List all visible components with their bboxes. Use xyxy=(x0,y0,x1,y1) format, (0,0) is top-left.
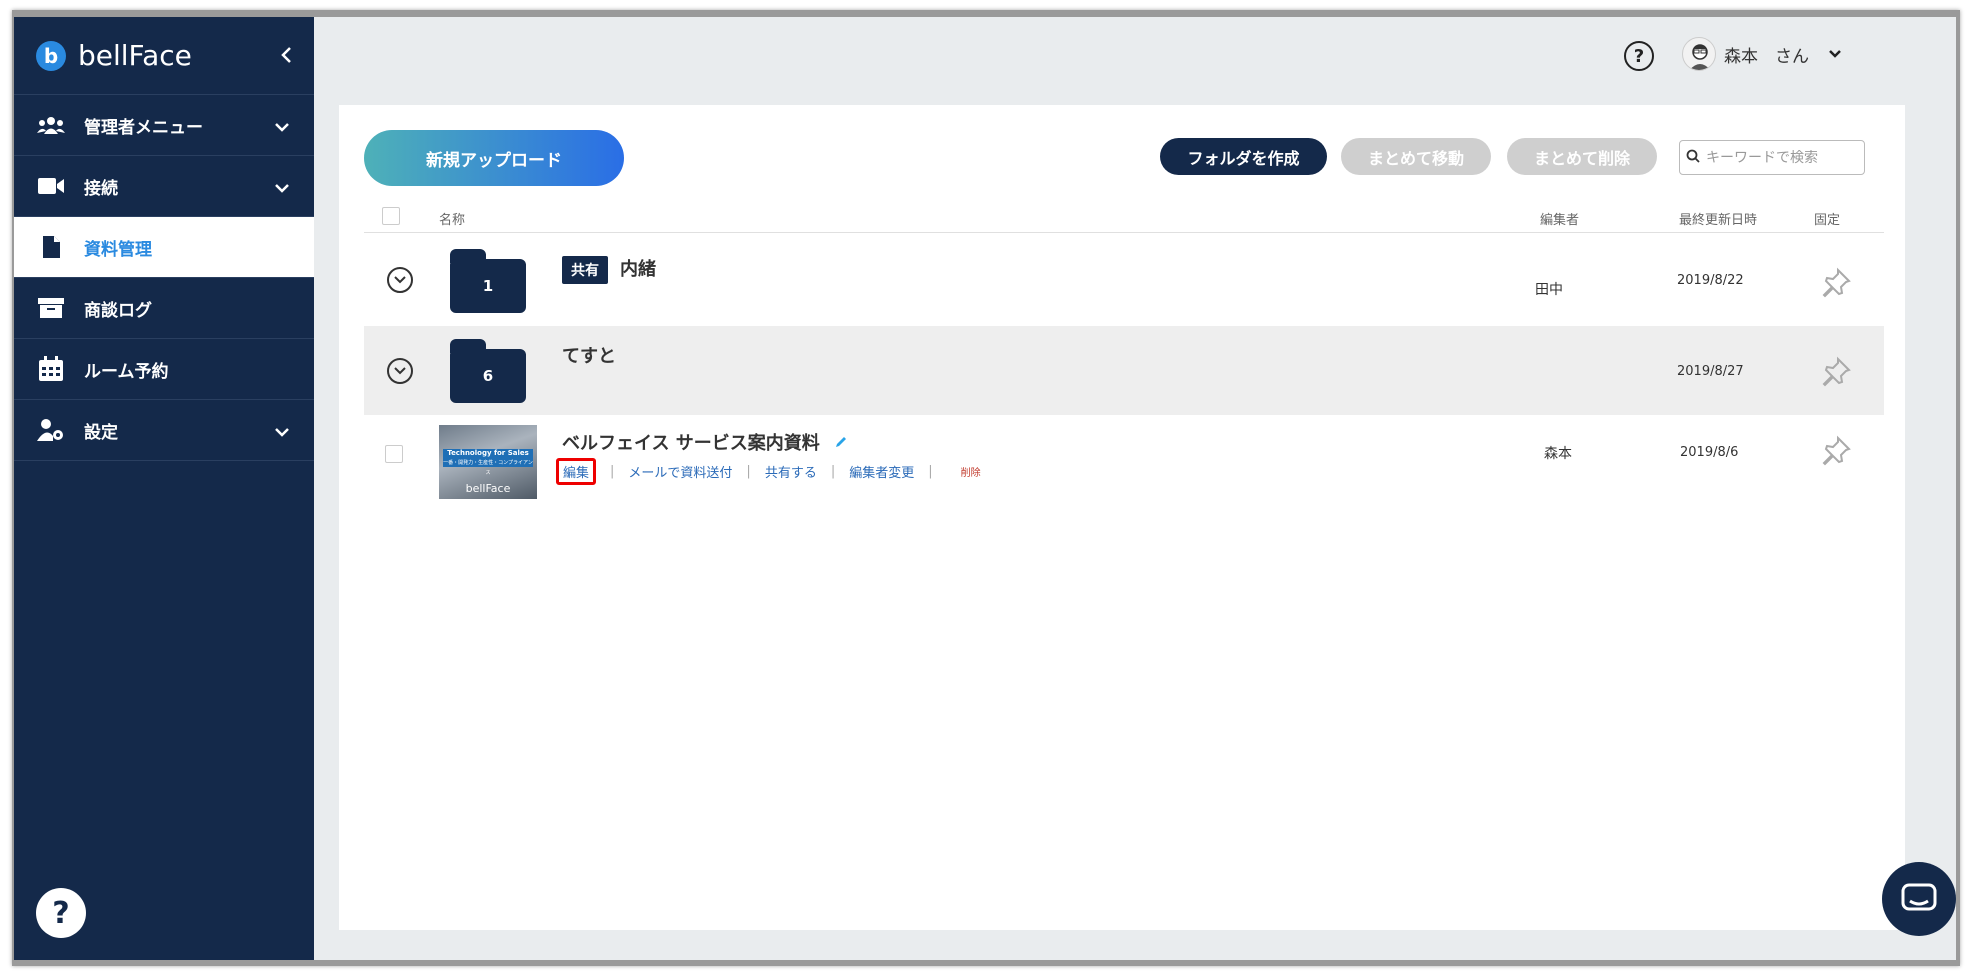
sidebar-item-meeting-log[interactable]: 商談ログ xyxy=(14,278,314,339)
header-editor[interactable]: 編集者 xyxy=(1540,209,1579,228)
document-icon xyxy=(36,234,66,260)
main-content: ? 森本 さん 新規アップロード フォルダを作成 まとめて移動 まとめて削除 名… xyxy=(314,17,1956,960)
mail-send-link[interactable]: メールで資料送付 xyxy=(628,462,732,481)
row-checkbox[interactable] xyxy=(385,445,403,463)
folder-icon[interactable]: 1 xyxy=(450,249,526,313)
sidebar-item-settings[interactable]: 設定 xyxy=(14,400,314,461)
search-input[interactable] xyxy=(1706,149,1856,166)
collapse-sidebar-icon[interactable] xyxy=(280,45,292,69)
sidebar-item-label: 接続 xyxy=(84,178,118,199)
editor-cell: 森本 xyxy=(1544,446,1572,462)
help-icon[interactable]: ? xyxy=(1624,41,1654,71)
archive-box-icon xyxy=(36,295,66,321)
editor-cell: 田中 xyxy=(1535,282,1563,298)
folder-name[interactable]: 共有 内緒 xyxy=(562,255,656,284)
topbar: ? 森本 さん xyxy=(314,17,1956,105)
sidebar-item-connect[interactable]: 接続 xyxy=(14,156,314,217)
bulk-move-button[interactable]: まとめて移動 xyxy=(1341,138,1491,175)
help-button[interactable]: ? xyxy=(36,888,86,938)
select-all-checkbox[interactable] xyxy=(382,207,400,225)
bulk-delete-button[interactable]: まとめて削除 xyxy=(1507,138,1657,175)
sidebar-item-admin-menu[interactable]: 管理者メニュー xyxy=(14,95,314,156)
brand-name: bellFace xyxy=(78,39,192,72)
sidebar-item-label: 設定 xyxy=(84,422,118,443)
new-upload-button[interactable]: 新規アップロード xyxy=(364,130,624,186)
header-updated[interactable]: 最終更新日時 xyxy=(1679,209,1757,228)
pin-icon[interactable] xyxy=(1820,356,1852,392)
delete-link[interactable]: 削除 xyxy=(961,464,981,479)
bellface-logo-icon: b xyxy=(36,40,66,71)
user-gear-icon xyxy=(36,417,66,443)
users-icon xyxy=(36,112,66,138)
folder-count: 6 xyxy=(450,349,526,403)
updated-cell: 2019/8/22 xyxy=(1677,273,1744,288)
sidebar-item-label: ルーム予約 xyxy=(84,361,169,382)
chat-icon[interactable] xyxy=(1882,862,1956,936)
folder-name[interactable]: てすと xyxy=(562,342,616,368)
documents-panel: 新規アップロード フォルダを作成 まとめて移動 まとめて削除 名称 編集者 最終… xyxy=(339,105,1905,930)
chevron-down-icon xyxy=(274,422,290,441)
chevron-down-icon xyxy=(274,178,290,197)
sidebar-item-label: 商談ログ xyxy=(84,300,152,321)
file-name[interactable]: ベルフェイス サービス案内資料 xyxy=(562,429,848,455)
pin-icon[interactable] xyxy=(1820,267,1852,303)
search-icon xyxy=(1686,148,1700,167)
brand[interactable]: b bellFace xyxy=(14,17,314,95)
sidebar-item-room-reservation[interactable]: ルーム予約 xyxy=(14,339,314,400)
header-pin: 固定 xyxy=(1814,213,1841,228)
shared-badge: 共有 xyxy=(562,256,608,284)
create-folder-button[interactable]: フォルダを作成 xyxy=(1160,138,1327,175)
folder-count: 1 xyxy=(450,259,526,313)
sidebar-item-documents[interactable]: 資料管理 xyxy=(14,217,314,278)
chevron-down-icon[interactable] xyxy=(1828,44,1842,63)
calendar-icon xyxy=(36,356,66,382)
sidebar-item-label: 資料管理 xyxy=(84,239,152,260)
search-box[interactable] xyxy=(1679,140,1865,175)
edit-link[interactable]: 編集 xyxy=(556,458,597,485)
expand-icon[interactable] xyxy=(387,358,413,384)
share-link[interactable]: 共有する xyxy=(765,462,817,481)
sidebar-item-label: 管理者メニュー xyxy=(84,117,203,138)
file-actions: 編集 | メールで資料送付 | 共有する | 編集者変更 | 削除 xyxy=(556,458,981,485)
header-name[interactable]: 名称 xyxy=(439,209,465,228)
updated-cell: 2019/8/27 xyxy=(1677,364,1744,379)
folder-icon[interactable]: 6 xyxy=(450,339,526,403)
expand-icon[interactable] xyxy=(387,267,413,293)
file-thumbnail[interactable]: Technology for Sales 一番・開発力・生産性・コンプライアンス … xyxy=(439,425,537,499)
updated-cell: 2019/8/6 xyxy=(1680,445,1739,460)
video-camera-icon xyxy=(36,173,66,199)
table-row[interactable]: 1 共有 内緒 田中 2019/8/22 xyxy=(364,237,1884,326)
chevron-down-icon xyxy=(274,117,290,136)
user-name[interactable]: 森本 さん xyxy=(1724,42,1809,67)
table-row[interactable]: Technology for Sales 一番・開発力・生産性・コンプライアンス … xyxy=(364,415,1884,504)
thumbnail-logo: bellFace xyxy=(465,482,511,495)
sidebar: b bellFace 管理者メニュー 接続 資料管理 商談ログ ルーム予約 設定… xyxy=(14,17,314,960)
app-window: b bellFace 管理者メニュー 接続 資料管理 商談ログ ルーム予約 設定… xyxy=(14,17,1956,960)
table-header: 名称 編集者 最終更新日時 固定 xyxy=(364,203,1884,233)
pin-icon[interactable] xyxy=(1820,435,1852,471)
table-row[interactable]: 6 てすと 2019/8/27 xyxy=(364,326,1884,415)
pencil-icon[interactable] xyxy=(834,433,848,454)
avatar[interactable] xyxy=(1682,37,1716,71)
thumbnail-title: Technology for Sales 一番・開発力・生産性・コンプライアンス xyxy=(443,449,533,476)
change-editor-link[interactable]: 編集者変更 xyxy=(849,462,914,481)
